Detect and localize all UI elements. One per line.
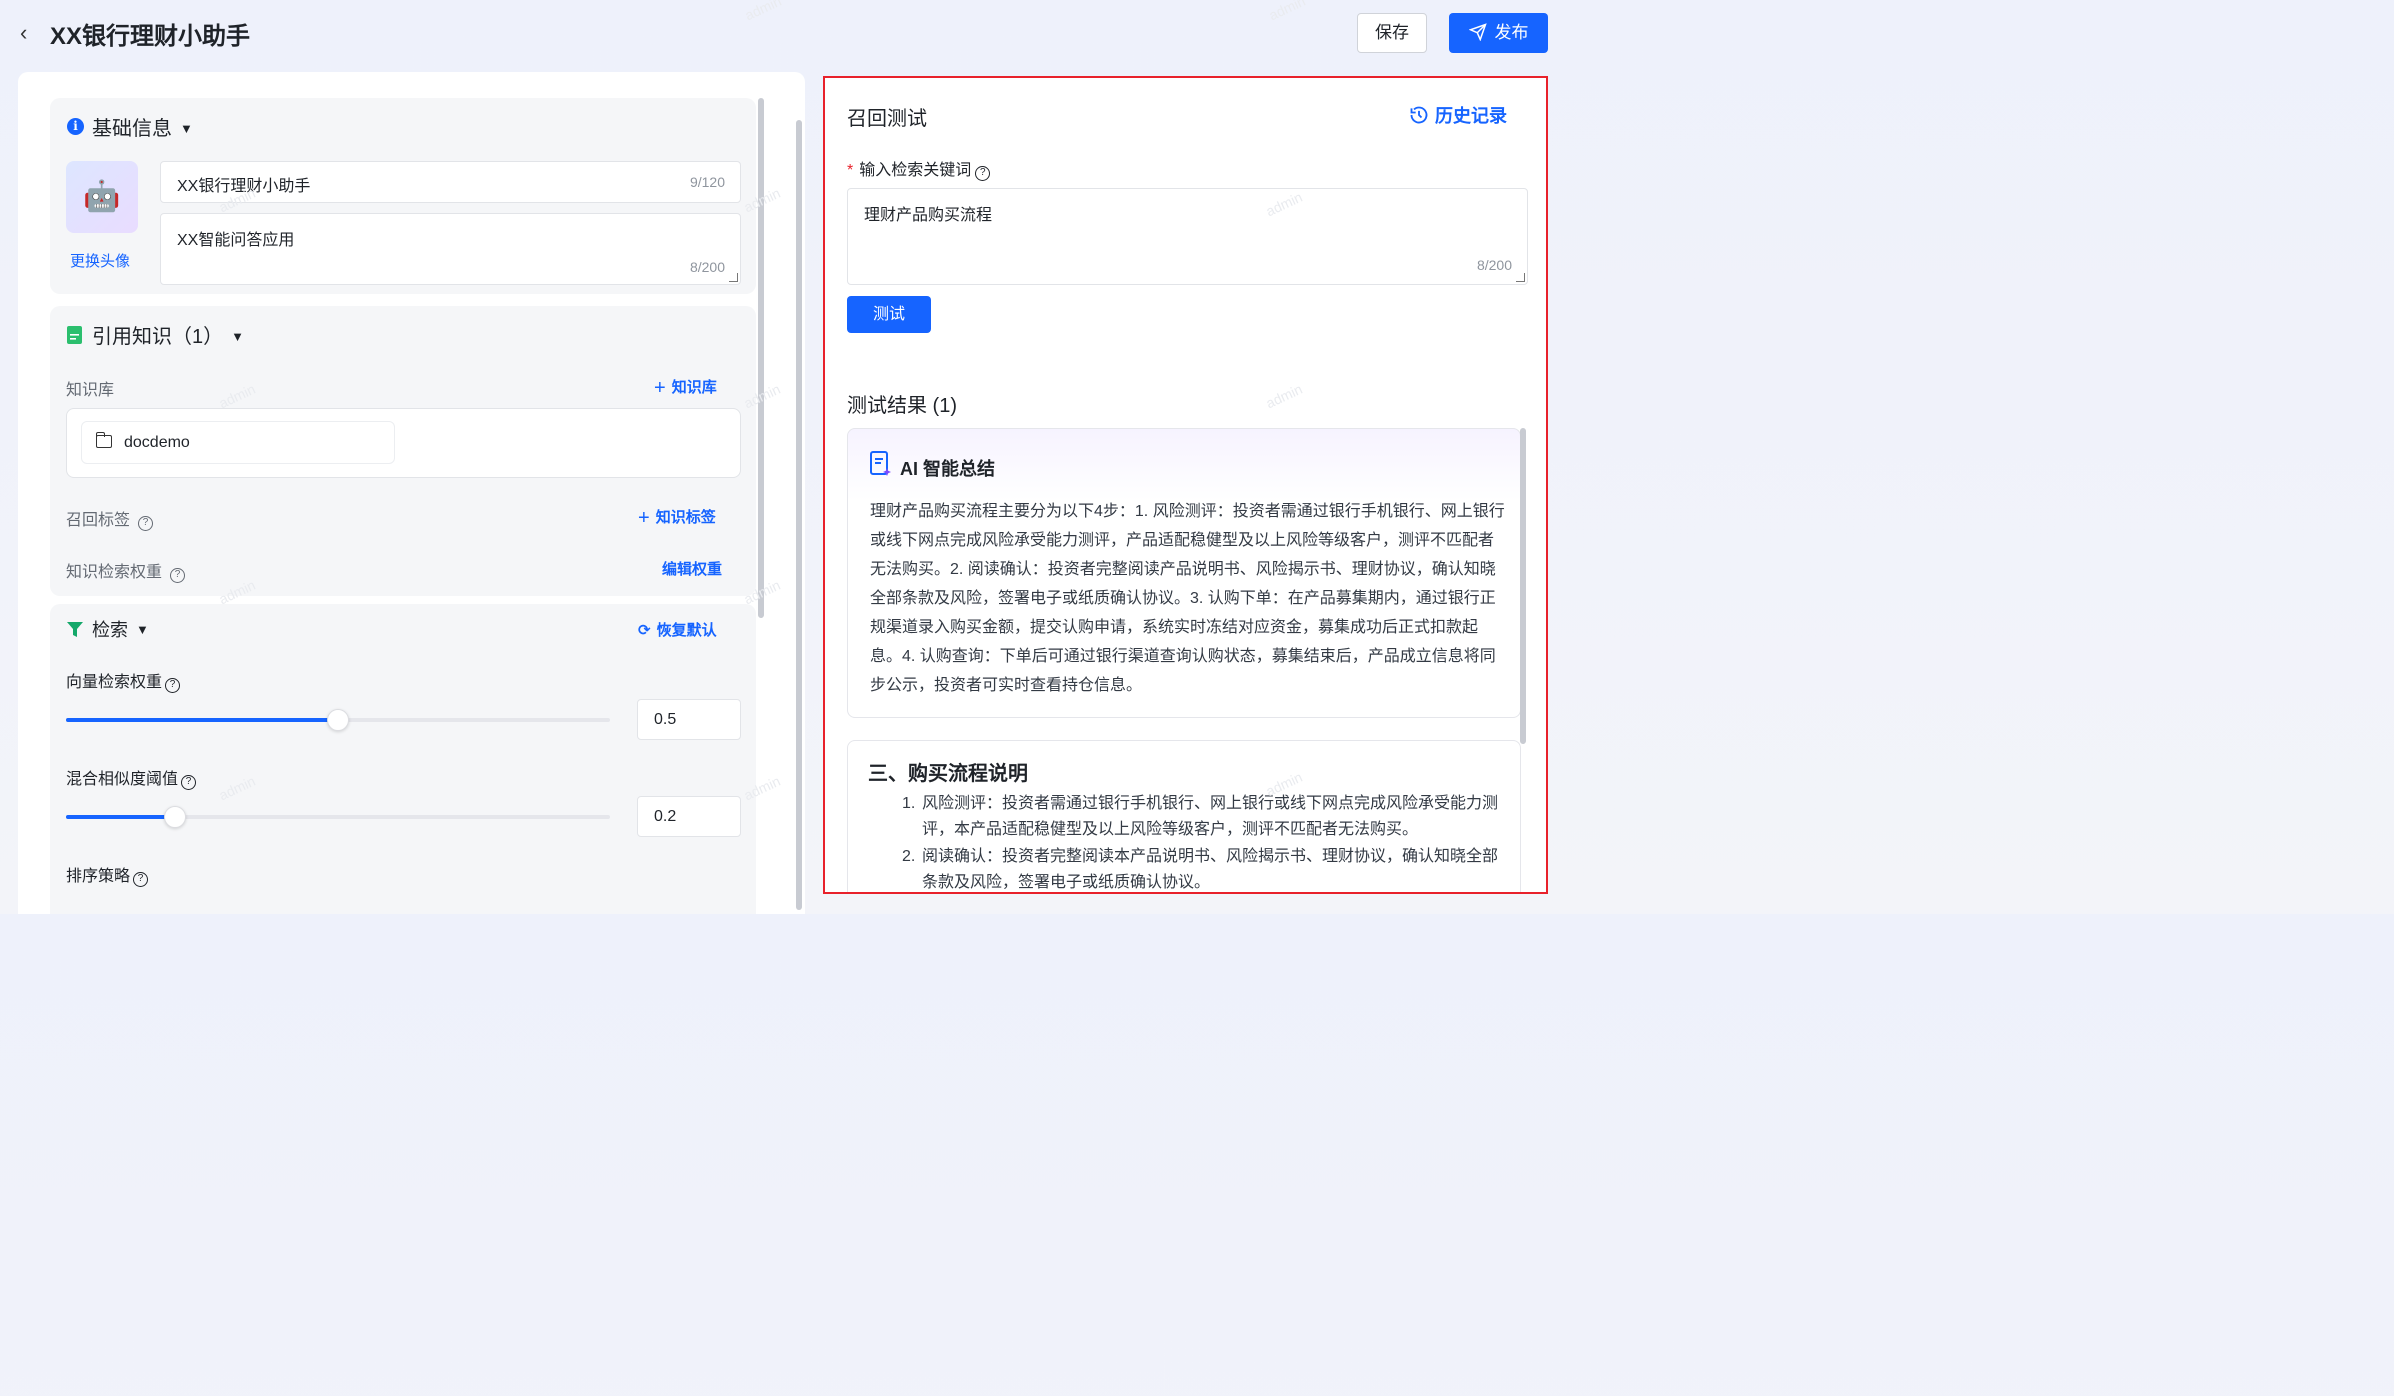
config-panel: i 基础信息 ▼ 🤖 更换头像 XX银行理财小助手 9/120 XX智能问答应用 …: [18, 72, 805, 914]
watermark: admin: [1263, 380, 1305, 412]
ai-summary-card: AI 智能总结 理财产品购买流程主要分为以下4步：1. 风险测评：投资者需通过银…: [847, 428, 1521, 718]
info-icon: i: [67, 118, 84, 135]
basic-info-section: i 基础信息 ▼ 🤖 更换头像 XX银行理财小助手 9/120 XX智能问答应用 …: [50, 98, 756, 294]
source-doc-title: 三、购买流程说明: [868, 763, 1028, 785]
add-kb-button[interactable]: + 知识库: [654, 376, 717, 400]
similarity-slider[interactable]: [66, 806, 610, 828]
kb-weight-label: 知识检索权重?: [66, 558, 186, 583]
ai-summary-title: AI 智能总结: [900, 459, 996, 479]
vector-weight-input[interactable]: 0.5: [637, 699, 741, 740]
history-button[interactable]: 历史记录: [1409, 102, 1507, 128]
save-button[interactable]: 保存: [1357, 13, 1427, 53]
help-icon[interactable]: ?: [181, 775, 197, 790]
kb-list-box: docdemo: [66, 408, 741, 478]
source-doc-list: 1. 风险测评：投资者需通过银行手机银行、网上银行或线下网点完成风险承受能力测评，…: [902, 791, 1506, 892]
required-mark: *: [847, 162, 854, 179]
recall-tag-label: 召回标签?: [66, 506, 154, 531]
reset-default-button[interactable]: ⟳ 恢复默认: [638, 619, 717, 640]
list-item: 2. 阅读确认：投资者完整阅读本产品说明书、风险揭示书、理财协议，确认知晓全部条款…: [902, 848, 1499, 891]
resize-handle[interactable]: [729, 273, 738, 282]
caret-down-icon: ▼: [231, 329, 244, 344]
publish-button[interactable]: 发布: [1449, 13, 1548, 53]
keyword-counter: 8/200: [1476, 257, 1512, 273]
similarity-label: 混合相似度阈值?: [66, 765, 197, 790]
source-doc-card: 三、购买流程说明 1. 风险测评：投资者需通过银行手机银行、网上银行或线下网点完成…: [847, 740, 1521, 892]
top-bar: ‹ XX银行理财小助手 保存 发布: [0, 0, 1568, 70]
refresh-icon: ⟳: [638, 622, 651, 639]
kb-label: 知识库: [66, 382, 115, 399]
app-desc-counter: 8/200: [689, 259, 725, 275]
slider-handle[interactable]: [163, 806, 186, 828]
ai-summary-icon: [870, 451, 891, 476]
slider-fill: [66, 815, 175, 819]
search-title[interactable]: 检索 ▼: [92, 616, 149, 642]
caret-down-icon: ▼: [180, 121, 193, 136]
folder-icon: [95, 432, 112, 448]
vector-weight-label: 向量检索权重?: [66, 668, 181, 693]
result-title: 测试结果 (1): [847, 395, 957, 417]
send-icon: [1467, 23, 1487, 42]
caret-down-icon: ▼: [136, 622, 149, 637]
search-section: 检索 ▼ ⟳ 恢复默认 向量检索权重? 0.5 混合相似度阈值? 0.2 排序策略?: [50, 604, 756, 914]
add-tag-button[interactable]: + 知识标签: [638, 506, 716, 530]
similarity-input[interactable]: 0.2: [637, 796, 741, 837]
publish-label: 发布: [1494, 23, 1529, 42]
history-icon: [1410, 106, 1428, 124]
help-icon[interactable]: ?: [975, 166, 991, 181]
plus-icon: +: [654, 377, 666, 399]
slider-handle[interactable]: [327, 709, 349, 731]
help-icon[interactable]: ?: [138, 516, 154, 531]
slider-fill: [66, 718, 338, 722]
keyword-textarea[interactable]: 理财产品购买流程 8/200: [847, 188, 1528, 285]
knowledge-title[interactable]: 引用知识（1） ▼: [92, 320, 244, 349]
help-icon[interactable]: ?: [133, 872, 149, 887]
help-icon[interactable]: ?: [170, 568, 186, 583]
help-icon[interactable]: ?: [165, 678, 181, 693]
kb-item-docdemo[interactable]: docdemo: [81, 421, 395, 464]
avatar[interactable]: 🤖: [66, 161, 138, 233]
ai-summary-text: 理财产品购买流程主要分为以下4步：1. 风险测评：投资者需通过银行手机银行、网上…: [870, 503, 1505, 694]
edit-weight-button[interactable]: 编辑权重: [662, 558, 722, 579]
keyword-value: 理财产品购买流程: [864, 207, 993, 224]
list-item: 1. 风险测评：投资者需通过银行手机银行、网上银行或线下网点完成风险承受能力测评，…: [902, 795, 1499, 838]
resize-handle[interactable]: [1516, 273, 1525, 282]
document-icon: [67, 326, 82, 344]
test-button[interactable]: 测试: [847, 296, 931, 333]
filter-icon: [67, 622, 83, 637]
recall-test-panel: 召回测试 历史记录 * 输入检索关键词? 理财产品购买流程 8/200 测试 测试…: [823, 76, 1548, 894]
app-desc-textarea[interactable]: XX智能问答应用 8/200: [160, 213, 741, 285]
vector-weight-slider[interactable]: [66, 709, 610, 731]
plus-icon: +: [638, 507, 650, 529]
left-outer-scrollbar[interactable]: [796, 120, 802, 910]
basic-info-title[interactable]: 基础信息 ▼: [92, 112, 193, 141]
app-desc-value: XX智能问答应用: [177, 232, 295, 249]
knowledge-section: 引用知识（1） ▼ 知识库 + 知识库 docdemo 召回标签? + 知识标签 知识…: [50, 306, 756, 596]
app-name-counter: 9/120: [689, 174, 725, 190]
recall-test-title: 召回测试: [847, 108, 927, 130]
page-title: XX银行理财小助手: [50, 23, 251, 50]
chevron-left-icon[interactable]: ‹: [20, 22, 40, 44]
left-inner-scrollbar[interactable]: [758, 98, 764, 618]
results-scrollbar[interactable]: [1520, 428, 1526, 744]
keyword-label: * 输入检索关键词?: [847, 156, 991, 181]
sort-strategy-label: 排序策略?: [66, 862, 149, 887]
change-avatar-link[interactable]: 更换头像: [70, 250, 130, 271]
